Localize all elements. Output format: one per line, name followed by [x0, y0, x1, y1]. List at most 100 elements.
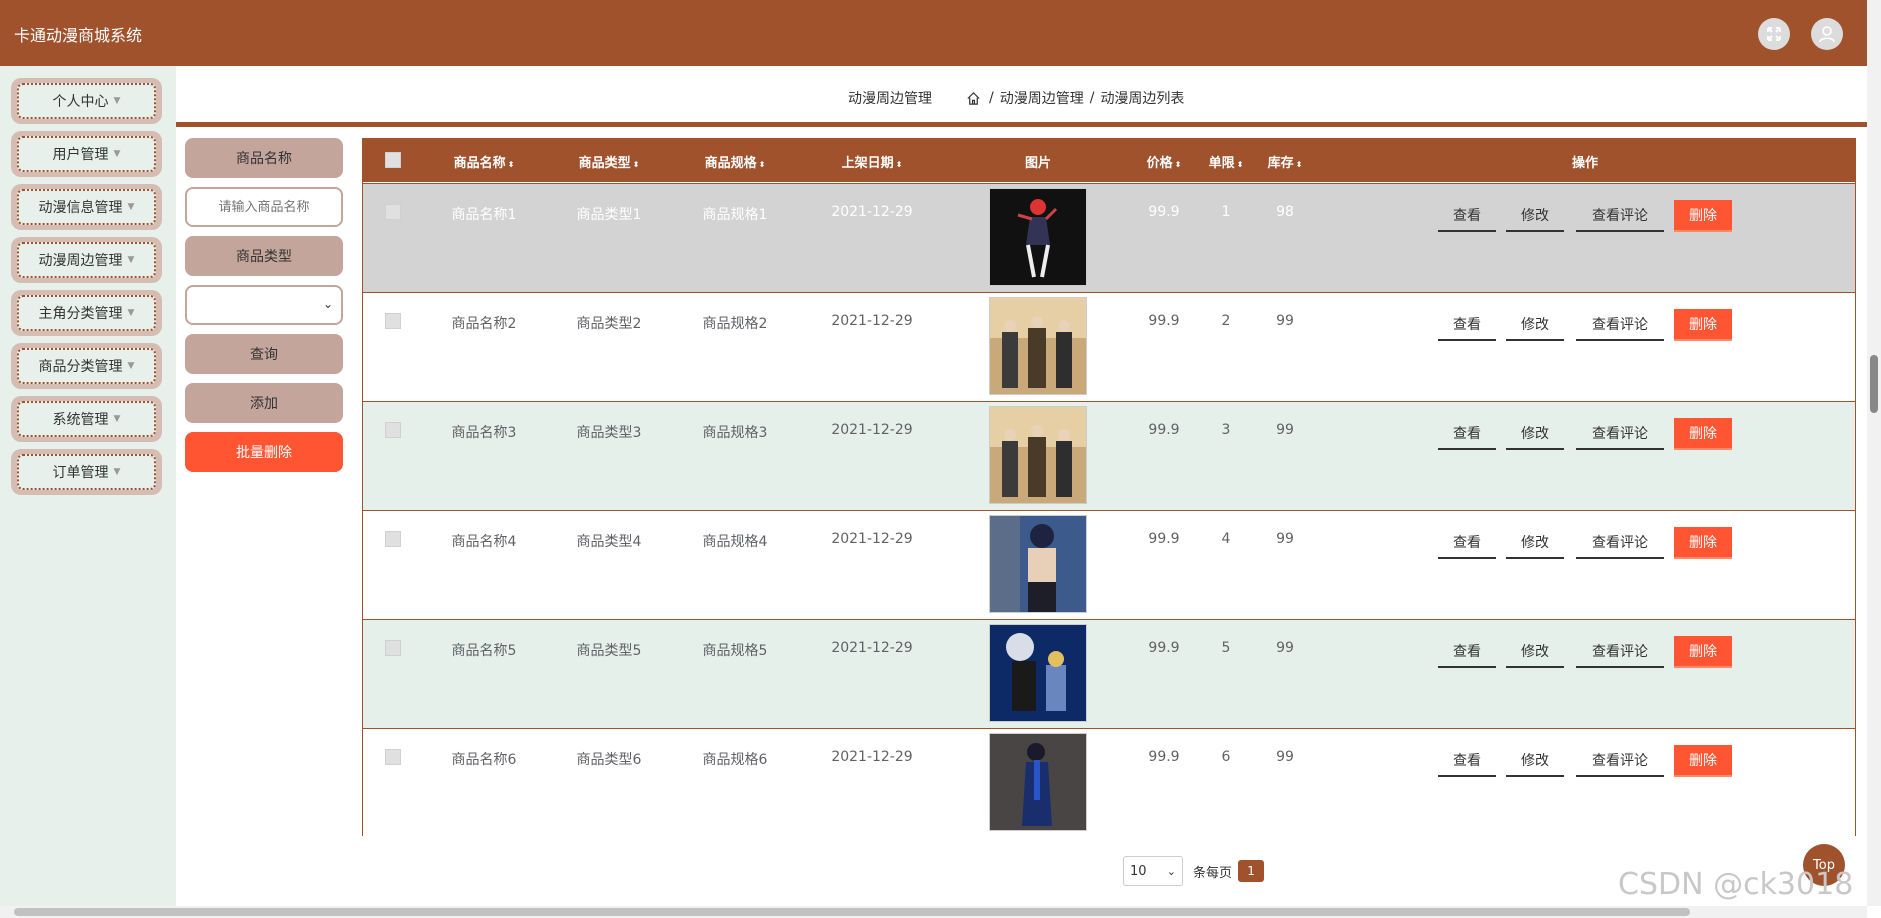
watermark: CSDN @ck3018: [1618, 867, 1854, 902]
edit-button[interactable]: 修改: [1506, 200, 1564, 232]
fullscreen-icon[interactable]: [1758, 18, 1790, 50]
breadcrumb-separator: /: [1089, 90, 1095, 106]
product-name-input[interactable]: [185, 187, 343, 227]
cell-stock: 99: [1276, 531, 1294, 547]
scroll-thumb[interactable]: [1870, 355, 1878, 413]
cell-stock: 99: [1276, 313, 1294, 329]
pagination: 10 ⌄ 条每页 1: [1123, 856, 1265, 886]
batch-delete-button[interactable]: 批量删除: [185, 432, 343, 472]
product-name-label: 商品名称: [185, 138, 343, 178]
comments-button[interactable]: 查看评论: [1576, 309, 1664, 341]
column-header[interactable]: 商品规格 ⬍: [705, 152, 766, 171]
comments-button[interactable]: 查看评论: [1576, 200, 1664, 232]
sidebar-item-label: 动漫周边管理: [38, 253, 123, 269]
sort-icon: ⬍: [632, 160, 640, 169]
cell-name: 商品名称1: [451, 207, 517, 223]
chevron-down-icon: ⌄: [322, 297, 333, 311]
column-header[interactable]: 商品类型 ⬍: [579, 152, 640, 171]
sidebar-item-product-category[interactable]: 商品分类管理 ▼: [11, 343, 162, 389]
filter-panel: 商品名称 商品类型 ⌄ 查询 添加 批量删除: [185, 138, 343, 481]
sidebar-item-orders[interactable]: 订单管理 ▼: [11, 449, 162, 495]
view-button[interactable]: 查看: [1438, 745, 1496, 777]
cell-name: 商品名称2: [451, 316, 517, 332]
chevron-down-icon: ▼: [127, 361, 135, 371]
comments-button[interactable]: 查看评论: [1576, 418, 1664, 450]
sidebar-item-user-management[interactable]: 用户管理 ▼: [11, 131, 162, 177]
table-row[interactable]: 商品名称5 商品类型5 商品规格5 2021-12-29 99.9 5 99 查…: [363, 619, 1855, 728]
column-header[interactable]: 单限 ⬍: [1209, 152, 1244, 171]
edit-button[interactable]: 修改: [1506, 309, 1564, 341]
delete-button[interactable]: 删除: [1674, 745, 1732, 777]
product-image: [989, 406, 1087, 504]
sidebar-item-personal-center[interactable]: 个人中心 ▼: [11, 78, 162, 124]
view-button[interactable]: 查看: [1438, 527, 1496, 559]
cell-type: 商品类型3: [576, 425, 642, 441]
add-button[interactable]: 添加: [185, 383, 343, 423]
view-button[interactable]: 查看: [1438, 309, 1496, 341]
sidebar-item-label: 个人中心: [52, 94, 109, 110]
comments-button[interactable]: 查看评论: [1576, 745, 1664, 777]
edit-button[interactable]: 修改: [1506, 418, 1564, 450]
chevron-down-icon: ▼: [113, 149, 121, 159]
column-header: 图片: [1024, 156, 1052, 171]
sort-icon: ⬍: [1236, 160, 1244, 169]
edit-button[interactable]: 修改: [1506, 745, 1564, 777]
home-icon[interactable]: [966, 91, 981, 106]
cell-name: 商品名称5: [451, 643, 517, 659]
product-type-select[interactable]: ⌄: [185, 285, 343, 325]
table-row[interactable]: 商品名称4 商品类型4 商品规格4 2021-12-29 99.9 4 99 查…: [363, 510, 1855, 619]
search-button[interactable]: 查询: [185, 334, 343, 374]
vertical-scrollbar[interactable]: [1867, 0, 1881, 906]
cell-stock: 99: [1276, 640, 1294, 656]
view-button[interactable]: 查看: [1438, 200, 1496, 232]
horizontal-scrollbar[interactable]: [0, 906, 1867, 918]
column-header[interactable]: 上架日期 ⬍: [842, 152, 903, 171]
cell-type: 商品类型5: [576, 643, 642, 659]
row-checkbox[interactable]: [385, 313, 401, 329]
row-checkbox[interactable]: [385, 531, 401, 547]
view-button[interactable]: 查看: [1438, 636, 1496, 668]
sidebar-item-system[interactable]: 系统管理 ▼: [11, 396, 162, 442]
product-image: [989, 624, 1087, 722]
page-size-select[interactable]: 10 ⌄: [1123, 856, 1183, 886]
breadcrumb-item[interactable]: 动漫周边管理: [1000, 88, 1084, 108]
user-icon[interactable]: [1811, 18, 1843, 50]
sidebar-item-character-category[interactable]: 主角分类管理 ▼: [11, 290, 162, 336]
sort-icon: ⬍: [758, 160, 766, 169]
table-row[interactable]: 商品名称6 商品类型6 商品规格6 2021-12-29 99.9 6 99 查…: [363, 728, 1855, 837]
cell-date: 2021-12-29: [831, 749, 913, 765]
delete-button[interactable]: 删除: [1674, 200, 1732, 232]
page-number[interactable]: 1: [1238, 860, 1265, 882]
row-checkbox[interactable]: [385, 422, 401, 438]
cell-type: 商品类型2: [576, 316, 642, 332]
chevron-down-icon: ▼: [127, 255, 135, 265]
row-checkbox[interactable]: [385, 204, 401, 220]
row-checkbox[interactable]: [385, 749, 401, 765]
edit-button[interactable]: 修改: [1506, 527, 1564, 559]
delete-button[interactable]: 删除: [1674, 309, 1732, 341]
column-header[interactable]: 商品名称 ⬍: [454, 152, 515, 171]
delete-button[interactable]: 删除: [1674, 527, 1732, 559]
column-header[interactable]: 库存 ⬍: [1268, 152, 1303, 171]
table-row[interactable]: 商品名称3 商品类型3 商品规格3 2021-12-29 99.9 3 99 查…: [363, 401, 1855, 510]
chevron-down-icon: ▼: [127, 308, 135, 318]
comments-button[interactable]: 查看评论: [1576, 636, 1664, 668]
sidebar-item-anime-info[interactable]: 动漫信息管理 ▼: [11, 184, 162, 230]
select-all-checkbox[interactable]: [385, 152, 401, 168]
cell-limit: 2: [1221, 313, 1231, 329]
comments-button[interactable]: 查看评论: [1576, 527, 1664, 559]
sidebar-item-anime-merch[interactable]: 动漫周边管理 ▼: [11, 237, 162, 283]
scroll-thumb[interactable]: [14, 908, 1690, 916]
row-checkbox[interactable]: [385, 640, 401, 656]
sidebar-item-label: 动漫信息管理: [38, 200, 123, 216]
product-table: 商品名称 ⬍ 商品类型 ⬍ 商品规格 ⬍ 上架日期 ⬍ 图片 价格 ⬍ 单限 ⬍ 库存 ⬍ 操…: [362, 138, 1856, 837]
edit-button[interactable]: 修改: [1506, 636, 1564, 668]
view-button[interactable]: 查看: [1438, 418, 1496, 450]
column-header[interactable]: 价格 ⬍: [1147, 152, 1182, 171]
delete-button[interactable]: 删除: [1674, 418, 1732, 450]
table-row[interactable]: 商品名称2 商品类型2 商品规格2 2021-12-29 99.9 2 99 查…: [363, 292, 1855, 401]
per-page-text: 条每页: [1193, 865, 1233, 881]
delete-button[interactable]: 删除: [1674, 636, 1732, 668]
sidebar: 个人中心 ▼ 用户管理 ▼ 动漫信息管理 ▼ 动漫周边管理 ▼ 主角分类管理 ▼ 商品分类…: [0, 66, 176, 906]
table-row[interactable]: 商品名称1 商品类型1 商品规格1 2021-12-29 99.9 1 98 查…: [363, 183, 1855, 292]
